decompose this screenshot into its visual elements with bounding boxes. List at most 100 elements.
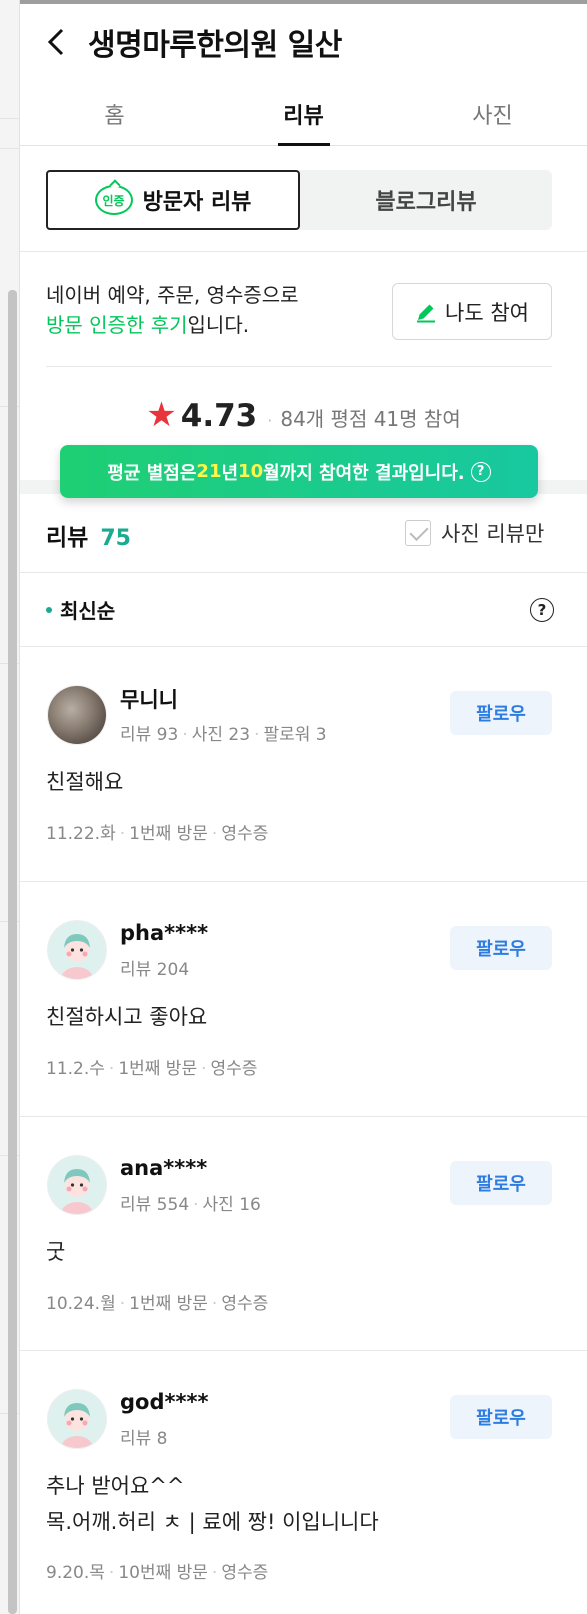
avatar[interactable] <box>48 1156 106 1214</box>
review-date: 10.24.월 <box>46 1294 116 1314</box>
reviews-label: 리뷰 <box>46 525 89 551</box>
stat-reviews: 리뷰 8 <box>120 1429 168 1449</box>
background-divider <box>0 118 20 119</box>
reviewer-stats: 리뷰 8 <box>120 1424 168 1449</box>
photo-review-filter[interactable]: 사진 리뷰만 <box>405 518 544 548</box>
stat-followers: 팔로워 3 <box>263 725 327 745</box>
tooltip-rest: 까지 참여한 결과입니다. <box>279 462 465 484</box>
reviewer-name[interactable]: god**** <box>120 1390 208 1414</box>
tooltip-month-suffix: 월 <box>263 462 280 484</box>
visit-count: 1번째 방문 <box>129 1294 208 1314</box>
checkbox-icon[interactable] <box>405 520 431 546</box>
visit-count: 1번째 방문 <box>129 824 208 844</box>
review-meta: 11.2.수 · 1번째 방문 · 영수증 <box>46 1054 257 1079</box>
rating-meta: 84개 평점 41명 참여 <box>280 407 461 431</box>
stat-reviews: 리뷰 93 <box>120 725 179 745</box>
photo-review-label: 사진 리뷰만 <box>441 522 545 546</box>
follow-button[interactable]: 팔로우 <box>450 1395 552 1439</box>
dot-separator: · <box>108 1563 115 1583</box>
review-text[interactable]: 목.어깨.허리 ㅊ | 료에 짱! 이입니니다 <box>46 1504 379 1540</box>
visitor-review-button[interactable]: 인증 방문자 리뷰 <box>46 170 300 230</box>
stat-photos: 사진 23 <box>191 725 251 745</box>
pencil-icon <box>417 304 436 322</box>
stat-reviews: 리뷰 204 <box>120 960 190 980</box>
review-date: 9.20.목 <box>46 1563 105 1583</box>
join-review-label: 나도 참여 <box>445 300 529 325</box>
visit-count: 10번째 방문 <box>118 1563 208 1583</box>
dot-separator: · <box>211 824 218 844</box>
help-circle-icon[interactable]: ? <box>530 598 554 622</box>
star-icon: ★ <box>146 395 177 435</box>
reviewer-name[interactable]: 무니니 <box>120 684 178 714</box>
tooltip-prefix: 평균 별점은 <box>107 462 197 484</box>
review-type-toggle: 인증 방문자 리뷰 블로그리뷰 <box>46 170 552 230</box>
review-meta: 11.22.화 · 1번째 방문 · 영수증 <box>46 819 268 844</box>
avatar[interactable] <box>48 921 106 979</box>
background-page-strip <box>0 0 20 1614</box>
background-divider <box>0 148 20 149</box>
dot-separator: · <box>193 1195 199 1215</box>
review-text[interactable]: 추나 받어요^^ <box>46 1468 184 1504</box>
review-meta: 9.20.목 · 10번째 방문 · 영수증 <box>46 1558 268 1583</box>
reviewer-name[interactable]: ana**** <box>120 1156 207 1180</box>
tooltip-month: 10 <box>238 461 264 482</box>
certified-notice: 네이버 예약, 주문, 영수증으로 방문 인증한 후기입니다. <box>46 280 299 340</box>
page-title: 생명마루한의원 일산 <box>88 28 342 63</box>
review-text[interactable]: 친절해요 <box>46 764 123 800</box>
help-circle-icon[interactable]: ? <box>470 461 491 482</box>
follow-button[interactable]: 팔로우 <box>450 691 552 735</box>
section-divider <box>20 572 587 573</box>
dot-separator: · <box>119 824 126 844</box>
rating-summary: ★ 4.73 · 84개 평점 41명 참여 <box>20 398 587 434</box>
dot-separator: · <box>108 1059 115 1079</box>
avatar[interactable] <box>48 686 106 744</box>
review-date: 11.2.수 <box>46 1059 105 1079</box>
back-button[interactable] <box>42 22 72 62</box>
default-avatar-icon <box>48 1390 106 1448</box>
dot-separator: · <box>211 1563 218 1583</box>
tab-home[interactable]: 홈 <box>20 76 209 145</box>
reviews-count: 75 <box>100 526 131 551</box>
rating-tooltip: 평균 별점은 21 년 10 월 까지 참여한 결과입니다. ? <box>60 445 538 498</box>
bullet-icon <box>46 606 52 613</box>
chevron-left-icon <box>47 28 64 56</box>
stat-photos: 사진 16 <box>202 1195 261 1215</box>
avatar[interactable] <box>48 1390 106 1448</box>
verification-type: 영수증 <box>221 1294 269 1314</box>
reviewer-stats: 리뷰 93 · 사진 23 · 팔로워 3 <box>120 720 327 745</box>
verification-type: 영수증 <box>221 1563 269 1583</box>
sort-selector[interactable]: 최신순 <box>46 595 115 624</box>
place-panel: 생명마루한의원 일산 홈 리뷰 사진 인증 방문자 리뷰 블로그리뷰 네이버 예… <box>20 4 587 1614</box>
tab-photos[interactable]: 사진 <box>398 76 587 145</box>
dot-separator: · <box>119 1294 126 1314</box>
panel-header: 생명마루한의원 일산 <box>20 4 587 76</box>
scrollbar-thumb[interactable] <box>8 290 17 1614</box>
review-text[interactable]: 친절하시고 좋아요 <box>46 999 207 1035</box>
dot-separator: · <box>201 1059 207 1079</box>
review-text[interactable]: 굿 <box>46 1234 65 1270</box>
follow-button[interactable]: 팔로우 <box>450 926 552 970</box>
notice-line2: 방문 인증한 후기입니다. <box>46 310 299 340</box>
certified-badge-icon: 인증 <box>94 185 133 215</box>
section-divider <box>20 646 587 647</box>
reviewer-name[interactable]: pha**** <box>120 921 208 945</box>
tab-reviews[interactable]: 리뷰 <box>209 76 398 146</box>
review-divider <box>20 881 587 882</box>
tab-bar: 홈 리뷰 사진 <box>20 76 587 146</box>
join-review-button[interactable]: 나도 참여 <box>392 283 552 340</box>
dot-separator: · <box>267 411 273 430</box>
tooltip-year: 21 <box>196 461 222 482</box>
dot-separator: · <box>211 1294 218 1314</box>
review-date: 11.22.화 <box>46 824 116 844</box>
sort-label: 최신순 <box>60 599 116 623</box>
verification-type: 영수증 <box>210 1059 258 1079</box>
review-divider <box>20 1350 587 1351</box>
notice-highlight: 방문 인증한 후기 <box>46 313 188 337</box>
notice-line1: 네이버 예약, 주문, 영수증으로 <box>46 283 299 307</box>
verification-type: 영수증 <box>221 824 269 844</box>
follow-button[interactable]: 팔로우 <box>450 1161 552 1205</box>
reviews-title: 리뷰 75 <box>46 518 131 552</box>
notice-divider <box>46 366 552 367</box>
blog-review-button[interactable]: 블로그리뷰 <box>300 170 552 230</box>
dot-separator: · <box>254 725 260 745</box>
